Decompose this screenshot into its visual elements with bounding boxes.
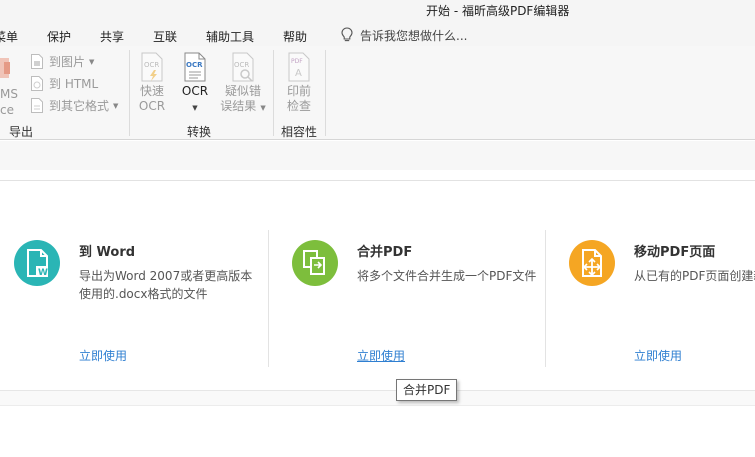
compat-group-label: 相容性 bbox=[281, 125, 318, 139]
quick-ocr-button[interactable]: OCR 快速 OCR bbox=[131, 52, 173, 114]
tell-me-box[interactable]: 告诉我您想做什么... bbox=[340, 27, 467, 43]
quick-ocr-icon: OCR bbox=[141, 52, 163, 82]
card-description: 导出为Word 2007或者更高版本使用的.docx格式的文件 bbox=[79, 269, 253, 301]
chevron-down-icon: ▼ bbox=[113, 101, 119, 110]
svg-text:A: A bbox=[295, 68, 302, 79]
office-export-button[interactable]: MS ce bbox=[0, 46, 18, 120]
quick-ocr-label-1: 快速 bbox=[139, 84, 164, 98]
feature-card-merge-pdf: 合并PDF 将多个文件合并生成一个PDF文件 立即使用 bbox=[292, 230, 542, 370]
office-icon bbox=[0, 58, 10, 78]
svg-text:OCR: OCR bbox=[186, 61, 203, 69]
chevron-down-icon: ▼ bbox=[89, 57, 95, 66]
bottom-band bbox=[0, 391, 755, 406]
suspect-results-label-2: 误结果 bbox=[220, 99, 257, 113]
tell-me-placeholder: 告诉我您想做什么... bbox=[360, 28, 468, 43]
ribbon-separator bbox=[129, 50, 130, 136]
menu-item-share[interactable]: 共享 bbox=[100, 28, 124, 45]
quick-ocr-label-2: OCR bbox=[138, 99, 166, 113]
convert-group-label: 转换 bbox=[187, 125, 212, 139]
ribbon: MS ce 到图片 ▼ 到 HTML 到其它格式 ▼ 导出 OCR 快速 OCR… bbox=[0, 46, 755, 140]
to-html-button[interactable]: 到 HTML bbox=[30, 75, 98, 92]
html-file-icon bbox=[31, 76, 43, 91]
menu-bar: 菜单 保护 共享 互联 辅助工具 帮助 告诉我您想做什么... bbox=[0, 22, 755, 46]
preflight-label-2: 检查 bbox=[286, 99, 311, 113]
suspect-ocr-icon: OCR bbox=[232, 52, 254, 82]
card-separator bbox=[545, 230, 546, 367]
chevron-down-icon: ▼ bbox=[192, 104, 198, 112]
svg-text:W: W bbox=[38, 268, 48, 278]
menu-item-help[interactable]: 帮助 bbox=[283, 28, 307, 45]
use-now-link[interactable]: 立即使用 bbox=[79, 347, 127, 364]
office-export-label-bottom: ce bbox=[0, 103, 14, 117]
ocr-document-icon: OCR bbox=[184, 52, 206, 82]
merge-pdf-icon bbox=[292, 240, 338, 286]
ocr-label: OCR bbox=[181, 84, 209, 98]
preflight-icon: PDF A bbox=[288, 52, 310, 82]
suspect-results-button[interactable]: OCR 疑似错 误结果 ▼ bbox=[219, 52, 267, 116]
move-page-glyph bbox=[582, 249, 602, 277]
toolbar-strip-band bbox=[0, 141, 755, 170]
word-document-glyph: W bbox=[27, 249, 48, 278]
title-bar: 开始 - 福昕高级PDF编辑器 bbox=[0, 0, 755, 22]
ocr-button[interactable]: OCR OCR ▼ bbox=[174, 52, 216, 116]
export-group-label: 导出 bbox=[9, 125, 34, 139]
toolbar-strip bbox=[0, 141, 755, 181]
use-now-link[interactable]: 立即使用 bbox=[357, 347, 405, 364]
card-description: 从已有的PDF页面创建新 bbox=[634, 269, 755, 283]
to-image-label: 到图片 bbox=[49, 55, 86, 69]
preflight-button[interactable]: PDF A 印前 检查 bbox=[278, 52, 320, 114]
card-description: 将多个文件合并生成一个PDF文件 bbox=[357, 269, 537, 283]
lightbulb-icon bbox=[341, 27, 353, 42]
to-image-button[interactable]: 到图片 ▼ bbox=[30, 53, 94, 70]
word-document-icon: W bbox=[14, 240, 60, 286]
ribbon-separator bbox=[273, 50, 274, 136]
to-other-format-label: 到其它格式 bbox=[49, 99, 110, 113]
card-separator bbox=[268, 230, 269, 367]
to-html-label: 到 HTML bbox=[49, 77, 99, 91]
other-format-file-icon bbox=[31, 98, 43, 113]
menu-item-accessibility[interactable]: 辅助工具 bbox=[206, 28, 254, 45]
card-title: 到 Word bbox=[79, 245, 136, 260]
window-title: 开始 - 福昕高级PDF编辑器 bbox=[426, 4, 570, 18]
feature-card-move-pages: 移动PDF页面 从已有的PDF页面创建新 立即使用 bbox=[569, 230, 755, 370]
card-title: 合并PDF bbox=[357, 245, 413, 260]
image-file-icon bbox=[31, 54, 43, 69]
ribbon-separator bbox=[325, 50, 326, 136]
svg-text:OCR: OCR bbox=[144, 61, 159, 69]
office-export-label-top: MS bbox=[0, 87, 18, 101]
svg-text:OCR: OCR bbox=[234, 61, 249, 69]
tooltip: 合并PDF bbox=[396, 379, 458, 401]
menu-item-protect[interactable]: 保护 bbox=[47, 28, 71, 45]
merge-pdf-glyph bbox=[303, 250, 325, 275]
feature-card-to-word: W 到 Word 导出为Word 2007或者更高版本使用的.docx格式的文件… bbox=[14, 230, 264, 370]
preflight-label-1: 印前 bbox=[286, 84, 311, 98]
move-page-icon bbox=[569, 240, 615, 286]
use-now-link[interactable]: 立即使用 bbox=[634, 347, 682, 364]
suspect-results-label-1: 疑似错 bbox=[224, 84, 261, 98]
menu-item-connect[interactable]: 互联 bbox=[153, 28, 177, 45]
menu-item-menu[interactable]: 菜单 bbox=[0, 28, 18, 45]
card-title: 移动PDF页面 bbox=[634, 245, 716, 260]
app-window: 开始 - 福昕高级PDF编辑器 菜单 保护 共享 互联 辅助工具 帮助 告诉我您… bbox=[0, 0, 755, 457]
svg-text:PDF: PDF bbox=[291, 58, 303, 65]
chevron-down-icon: ▼ bbox=[260, 104, 266, 112]
to-other-format-button[interactable]: 到其它格式 ▼ bbox=[30, 97, 118, 114]
